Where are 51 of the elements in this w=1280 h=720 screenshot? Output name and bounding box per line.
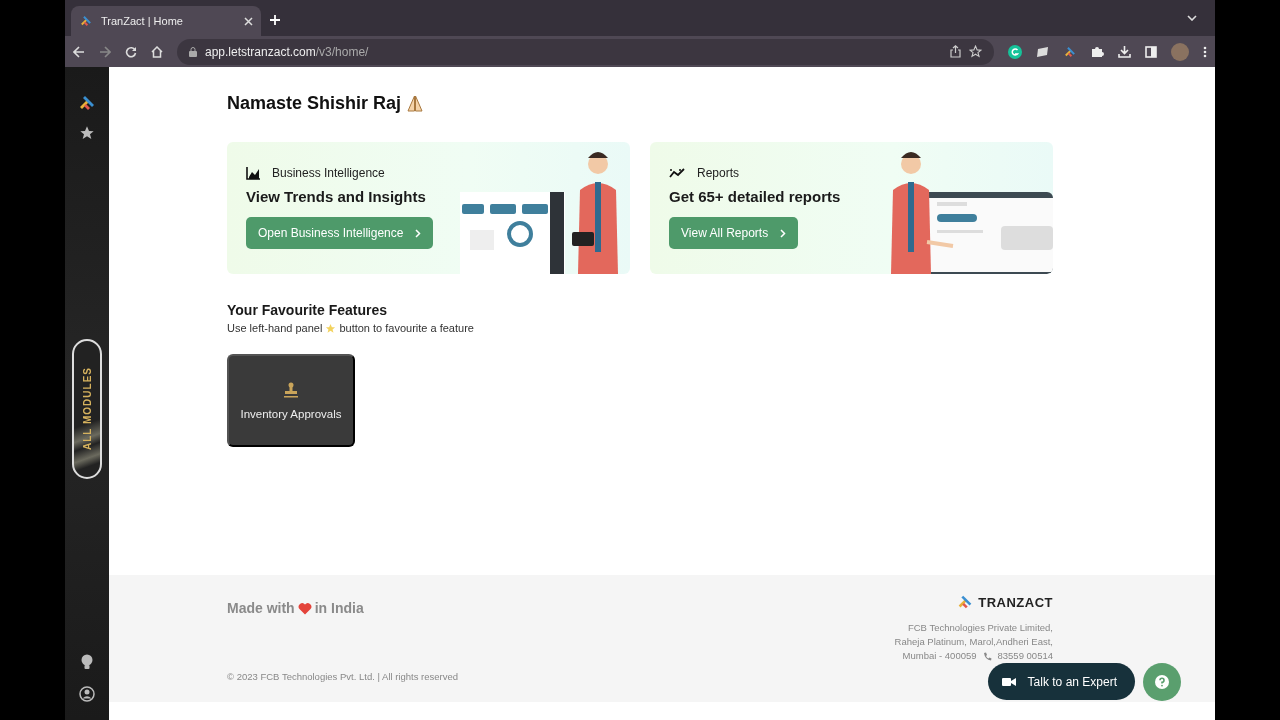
address-bar[interactable]: app.letstranzact.com/v3/home/: [177, 38, 994, 65]
card-title: Get 65+ detailed reports: [669, 188, 842, 205]
lightbulb-icon[interactable]: [81, 654, 93, 670]
extension-icon[interactable]: [1008, 44, 1022, 59]
heart-icon: [297, 601, 312, 615]
video-camera-icon: [1001, 676, 1016, 687]
card-title: View Trends and Insights: [246, 188, 427, 205]
reload-icon[interactable]: [125, 45, 137, 58]
greeting: Namaste Shishir Raj: [227, 93, 402, 114]
favicon-icon: [79, 14, 93, 28]
share-icon[interactable]: [950, 45, 961, 58]
star-icon[interactable]: [79, 125, 95, 141]
card-label: Reports: [697, 166, 740, 180]
side-panel-icon[interactable]: [1145, 45, 1157, 58]
made-with-text: Made with: [227, 600, 295, 616]
hint-text: button to favourite a feature: [339, 322, 474, 334]
address-line: FCB Technologies Private Limited,: [907, 621, 1053, 635]
address-line: Raheja Platinum, Marol,Andheri East,: [894, 635, 1053, 649]
back-icon[interactable]: [73, 45, 85, 58]
lock-icon: [189, 46, 197, 57]
brand-name: TRANZACT: [978, 594, 1053, 610]
chevron-right-icon: [780, 228, 787, 238]
extension-icon: [1063, 44, 1077, 59]
chevron-down-icon[interactable]: [1187, 15, 1197, 21]
hint-text: Use left-hand panel: [227, 322, 323, 334]
forward-icon[interactable]: [99, 45, 111, 58]
copyright-text: © 2023 FCB Technologies Pvt. Ltd. | All rights reserved: [227, 671, 460, 682]
extension-icon[interactable]: [1036, 46, 1049, 57]
home-icon[interactable]: [151, 45, 163, 58]
new-tab-icon[interactable]: [269, 14, 281, 26]
download-icon[interactable]: [1118, 45, 1131, 58]
made-with-text: in India: [314, 600, 364, 616]
phone-number: 83559 00514: [997, 649, 1053, 663]
more-icon[interactable]: [1203, 45, 1207, 58]
stamp-icon: [284, 381, 298, 398]
chart-icon: [246, 166, 260, 180]
address-line: Mumbai - 400059: [902, 649, 977, 663]
section-title: Your Favourite Features: [227, 302, 388, 318]
bookmark-star-icon[interactable]: [969, 45, 982, 58]
help-icon: [1155, 675, 1169, 689]
browser-tab[interactable]: TranZact | Home: [71, 6, 261, 36]
card-label: Business Intelligence: [272, 166, 385, 180]
user-icon[interactable]: [79, 686, 95, 702]
trend-icon: [669, 167, 685, 179]
chevron-right-icon: [415, 228, 422, 238]
phone-icon: [982, 651, 992, 661]
star-icon: [325, 322, 337, 334]
all-modules-button[interactable]: ALL MODULES: [72, 339, 102, 479]
feature-tile[interactable]: Inventory Approvals: [227, 354, 355, 447]
talk-to-expert-button[interactable]: Talk to an Expert: [987, 663, 1135, 700]
close-icon[interactable]: [244, 16, 253, 26]
